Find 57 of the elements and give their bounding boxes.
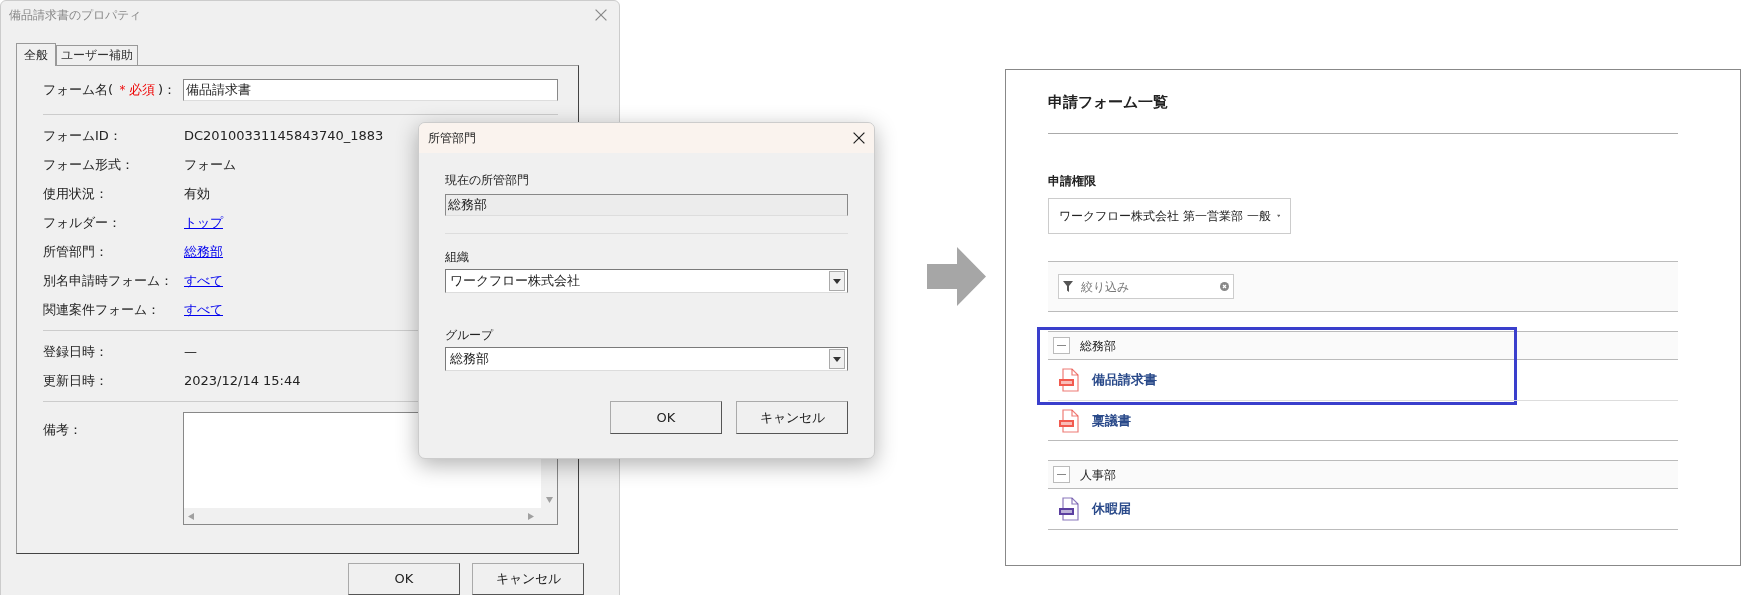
caret-icon [1276, 213, 1280, 219]
dialog-button[interactable]: OK [348, 563, 460, 595]
form-link[interactable]: 備品請求書 [1092, 370, 1157, 390]
form-link[interactable]: 稟議書 [1092, 410, 1131, 431]
field-label: 現在の所管部門 [445, 172, 530, 189]
field-label: 更新日時： [43, 371, 109, 390]
field-label: グループ [445, 327, 495, 344]
field-label: フォーム形式： [43, 155, 135, 174]
field-value: 有効 [184, 184, 210, 203]
scroll-down-icon[interactable] [545, 497, 553, 504]
field-label: フォーム名( ＊必須 )： [43, 81, 178, 100]
group-name: 総務部 [1080, 337, 1116, 355]
filter-icon [1063, 281, 1073, 292]
form-name-field[interactable]: 備品請求書 [182, 79, 558, 101]
current-department-field: 総務部 [445, 194, 848, 216]
pdf-file-icon [1058, 368, 1080, 392]
group-name: 人事部 [1080, 466, 1116, 484]
web-file-icon [1058, 497, 1080, 521]
value-link[interactable]: すべて [184, 299, 223, 320]
scroll-left-icon[interactable] [187, 512, 195, 520]
pdf-file-icon [1058, 408, 1080, 433]
field-label: フォルダー： [43, 213, 122, 232]
tab[interactable]: ユーザー補助 [56, 45, 138, 65]
dialog-button[interactable]: OK [610, 401, 722, 434]
tab[interactable]: 全般 [16, 43, 56, 66]
field-label: 関連案件フォーム： [43, 300, 161, 319]
field-label: 所管部門： [43, 242, 109, 261]
section-label: 申請権限 [1048, 173, 1097, 190]
clear-icon[interactable] [1220, 282, 1229, 291]
organization-dropdown[interactable]: ワークフロー株式会社 [445, 269, 848, 293]
field-value: フォーム [184, 155, 236, 174]
dialog-button[interactable]: キャンセル [736, 401, 848, 434]
group-dropdown[interactable]: 総務部 [445, 347, 848, 371]
field-label: 別名申請時フォーム： [43, 271, 174, 290]
field-label: 使用状況： [43, 184, 109, 203]
collapse-icon[interactable] [1053, 337, 1070, 354]
right-arrow-icon [927, 247, 986, 306]
field-value: DC20100331145843740_1883 [184, 126, 384, 145]
close-icon[interactable] [853, 132, 865, 144]
field-label: 備考： [43, 421, 83, 439]
field-value: — [184, 342, 197, 361]
field-label: フォームID： [43, 126, 123, 145]
value-link[interactable]: 総務部 [184, 241, 223, 262]
form-link[interactable]: 休暇届 [1092, 499, 1131, 519]
collapse-icon[interactable] [1053, 466, 1070, 483]
window-title: 備品請求書のプロパティ [9, 7, 141, 24]
page-title: 申請フォーム一覧 [1048, 93, 1168, 111]
scroll-right-icon[interactable] [528, 512, 535, 520]
field-value: 2023/12/14 15:44 [184, 371, 301, 390]
permission-dropdown[interactable]: ワークフロー株式会社 第一営業部 一般 [1048, 198, 1291, 234]
filter-field[interactable]: 絞り込み [1058, 274, 1234, 299]
value-link[interactable]: すべて [184, 270, 223, 291]
window-title: 所管部門 [428, 130, 476, 147]
field-label: 組織 [445, 249, 470, 266]
field-label: 登録日時： [43, 342, 109, 361]
dialog-button[interactable]: キャンセル [472, 563, 584, 595]
value-link[interactable]: トップ [184, 212, 223, 233]
